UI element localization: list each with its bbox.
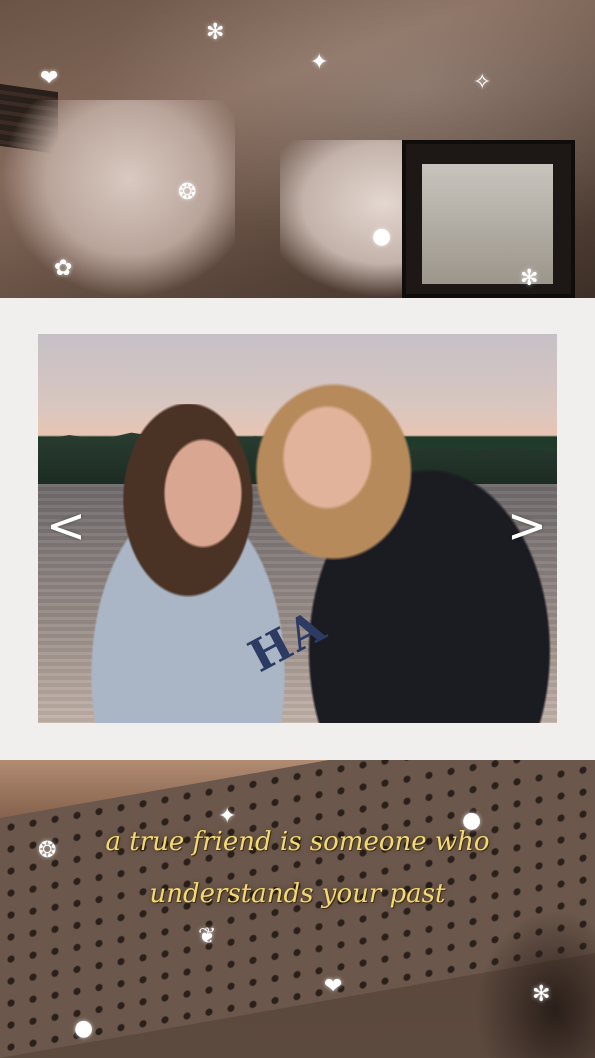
sparkle-icon: ✻ bbox=[532, 982, 551, 1007]
sparkle-icon: ✻ bbox=[520, 266, 539, 291]
sparkle-icon: ● bbox=[74, 1016, 94, 1041]
prev-arrow-button[interactable]: < bbox=[44, 498, 88, 554]
sparkle-icon: ❂ bbox=[38, 838, 57, 863]
sparkle-icon: ● bbox=[462, 808, 482, 833]
sparkle-icon: ❤ bbox=[40, 66, 59, 91]
quote-line-1: a true friend is someone who bbox=[105, 827, 490, 857]
quote-line-2: understands your past bbox=[149, 879, 446, 909]
sparkle-icon: ✦ bbox=[310, 50, 329, 75]
bottom-background-photo bbox=[0, 760, 595, 1058]
sparkle-icon: ✻ bbox=[206, 20, 225, 45]
friends-photo: HA bbox=[38, 334, 557, 723]
wall-picture-frame bbox=[402, 140, 575, 298]
sparkle-icon: ● bbox=[372, 224, 392, 249]
sparkle-icon: ✧ bbox=[473, 70, 492, 95]
sparkle-icon: ❂ bbox=[178, 180, 197, 205]
towel-figure-left bbox=[0, 100, 235, 298]
photo-card: HA < > bbox=[0, 298, 595, 760]
sparkle-icon: ✦ bbox=[218, 804, 237, 829]
sparkle-icon: ✿ bbox=[54, 256, 73, 281]
top-background-photo bbox=[0, 0, 595, 298]
next-arrow-button[interactable]: > bbox=[505, 498, 549, 554]
sparkle-icon: ❦ bbox=[198, 924, 217, 949]
sparkle-icon: ❤ bbox=[324, 974, 343, 999]
